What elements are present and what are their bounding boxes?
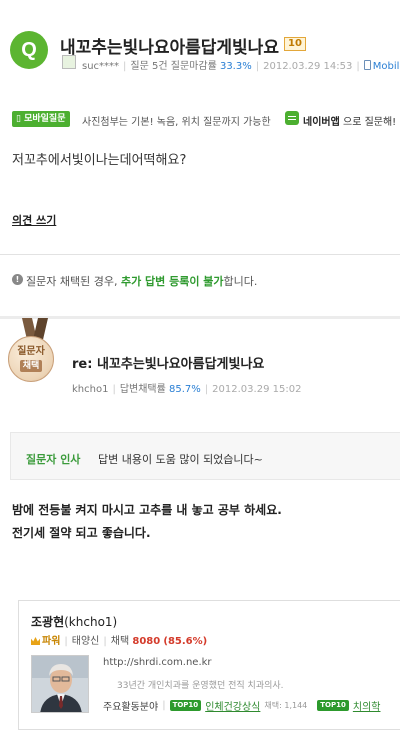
phone-icon: ▯ (16, 114, 21, 124)
section-divider (0, 316, 400, 319)
question-date: 2012.03.29 14:53 (263, 61, 353, 72)
answer-date: 2012.03.29 15:02 (212, 384, 302, 395)
question-count: 질문 5건 (130, 61, 168, 72)
profile-field-row: 주요활동분야 | TOP10 인체건강상식 채택: 1,144 TOP10 치의… (103, 698, 380, 713)
naver-app-suffix: 으로 질문해! (343, 117, 397, 128)
mobile-question-label: 모바일질문 (24, 114, 66, 124)
question-icon: Q (10, 31, 48, 69)
question-body: 저꼬추에서빛이나는데어떡해요? (12, 153, 187, 168)
category-count: 채택: 1,144 (264, 701, 308, 710)
info-suffix: 합니다. (223, 275, 258, 288)
profile-real-name[interactable]: 조광현 (31, 615, 64, 629)
info-highlight: 추가 답변 등록이 불가 (120, 275, 224, 288)
profile-stats: 파워 | 태양신 | 채택 8080 (85.6%) (31, 632, 207, 647)
mobile-label: Mobile (372, 61, 400, 72)
info-notice: 질문자 채택된 경우, 추가 답변 등록이 불가합니다. (26, 273, 257, 289)
profile-description: 33년간 개인치과를 운영했던 전직 치과의사. (117, 681, 284, 691)
answer-meta: khcho1 | 답변채택률 85.7% | 2012.03.29 15:02 (72, 384, 302, 395)
profile-photo[interactable] (31, 655, 89, 713)
thanks-text: 답변 내용이 도움 많이 되었습니다~ (98, 453, 263, 466)
medal-label: 질문자 (17, 346, 45, 357)
crown-icon (31, 637, 40, 645)
top10-badge: TOP10 (317, 700, 349, 711)
medal-sub-label: 채택 (19, 360, 43, 372)
profile-name[interactable]: 조광현(khcho1) (31, 613, 117, 630)
naver-app-icon[interactable] (285, 111, 299, 125)
adopted-medal: 질문자 채택 (8, 336, 54, 382)
mobile-question-badge: ▯ 모바일질문 (12, 111, 70, 127)
answer-body-line: 밤에 전등불 켜지 마시고 고추를 내 놓고 공부 하세요. (12, 503, 282, 517)
mobile-icon (363, 60, 371, 70)
naver-app-name[interactable]: 네이버앱 (303, 117, 340, 128)
category-link[interactable]: 인체건강상식 (205, 698, 260, 713)
author-name[interactable]: suc**** (82, 61, 119, 72)
thanks-label: 질문자 인사 (26, 453, 81, 466)
profile-level: 태양신 (71, 636, 100, 647)
bounty-badge: 10 (284, 37, 306, 51)
answer-adopt-rate: 85.7% (169, 384, 201, 395)
answer-adopt-label: 답변채택률 (119, 384, 166, 395)
answer-author[interactable]: khcho1 (72, 384, 108, 395)
author-avatar[interactable] (62, 55, 76, 69)
separator: | (162, 700, 166, 711)
info-prefix: 질문자 채택된 경우, (26, 275, 118, 288)
profile-adopt-label: 채택 (110, 636, 130, 647)
close-rate-value: 33.3% (219, 61, 252, 72)
answer-body: 밤에 전등불 켜지 마시고 고추를 내 놓고 공부 하세요. 전기세 절약 되고… (12, 499, 282, 545)
answer-title: re: 내꼬추는빛나요아름답게빛나요 (72, 357, 265, 372)
mobile-notice-text: 사진첨부는 기본! 녹음, 위치 질문까지 가능한 (82, 117, 271, 128)
field-label: 주요활동분야 (103, 702, 159, 713)
top10-badge: TOP10 (169, 700, 202, 711)
profile-adopt-count: 8080 (132, 636, 161, 647)
question-title: 내꼬추는빛나요아름답게빛나요 (60, 38, 279, 58)
question-meta: suc**** | 질문 5건 질문마감률 33.3% | 2012.03.29 14:… (82, 57, 400, 72)
info-icon: ! (12, 274, 23, 285)
power-label: 파워 (42, 636, 61, 647)
profile-id[interactable]: (khcho1) (64, 615, 117, 629)
close-rate-label: 질문마감률 (170, 61, 217, 72)
profile-url[interactable]: http://shrdi.com.ne.kr (103, 657, 212, 668)
write-opinion-link[interactable]: 의견 쓰기 (12, 212, 56, 228)
category-link[interactable]: 치의학 (353, 698, 381, 713)
profile-adopt-rate: (85.6%) (163, 636, 208, 647)
divider (0, 254, 400, 255)
person-photo-icon (32, 656, 88, 712)
naver-app-line[interactable]: 네이버앱 으로 질문해! (303, 113, 396, 128)
answer-body-line: 전기세 절약 되고 좋습니다. (12, 526, 151, 540)
